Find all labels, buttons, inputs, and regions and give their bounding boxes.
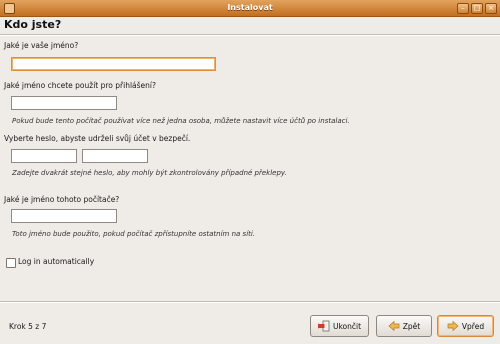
quit-button[interactable]: Ukončit — [310, 315, 369, 337]
login-label: Jaké jméno chcete použít pro přihlášení? — [4, 81, 156, 90]
quit-icon — [317, 320, 330, 332]
arrow-right-icon — [447, 320, 459, 332]
step-indicator: Krok 5 z 7 — [9, 322, 47, 331]
computer-name-input[interactable] — [11, 209, 117, 223]
header-divider — [0, 34, 500, 36]
minimize-icon[interactable]: – — [457, 3, 469, 14]
password-input[interactable] — [11, 149, 77, 163]
window-title: Instalovat — [227, 3, 273, 12]
page-title: Kdo jste? — [4, 18, 62, 31]
password-confirm-input[interactable] — [82, 149, 148, 163]
title-bar: Instalovat – □ × — [0, 0, 500, 17]
password-label: Vyberte heslo, abyste udrželi svůj účet … — [4, 134, 191, 143]
name-input[interactable] — [11, 57, 216, 71]
login-input[interactable] — [11, 96, 117, 110]
next-button-label: Vpřed — [461, 321, 485, 331]
auto-login-checkbox[interactable] — [6, 258, 16, 268]
computer-name-label: Jaké je jméno tohoto počítače? — [4, 195, 120, 204]
back-button-label: Zpět — [402, 321, 421, 331]
maximize-icon[interactable]: □ — [471, 3, 483, 14]
arrow-left-icon — [388, 320, 400, 332]
auto-login-label[interactable]: Log in automatically — [18, 257, 94, 266]
next-button[interactable]: Vpřed — [437, 315, 494, 337]
quit-button-label: Ukončit — [332, 321, 362, 331]
computer-name-hint: Toto jméno bude použito, pokud počítač z… — [12, 230, 256, 238]
password-hint: Zadejte dvakrát stejné heslo, aby mohly … — [12, 169, 287, 177]
name-label: Jaké je vaše jméno? — [4, 41, 79, 50]
login-hint: Pokud bude tento počítač používat více n… — [12, 117, 350, 125]
footer-divider — [0, 301, 500, 303]
close-icon[interactable]: × — [485, 3, 497, 14]
back-button[interactable]: Zpět — [376, 315, 432, 337]
